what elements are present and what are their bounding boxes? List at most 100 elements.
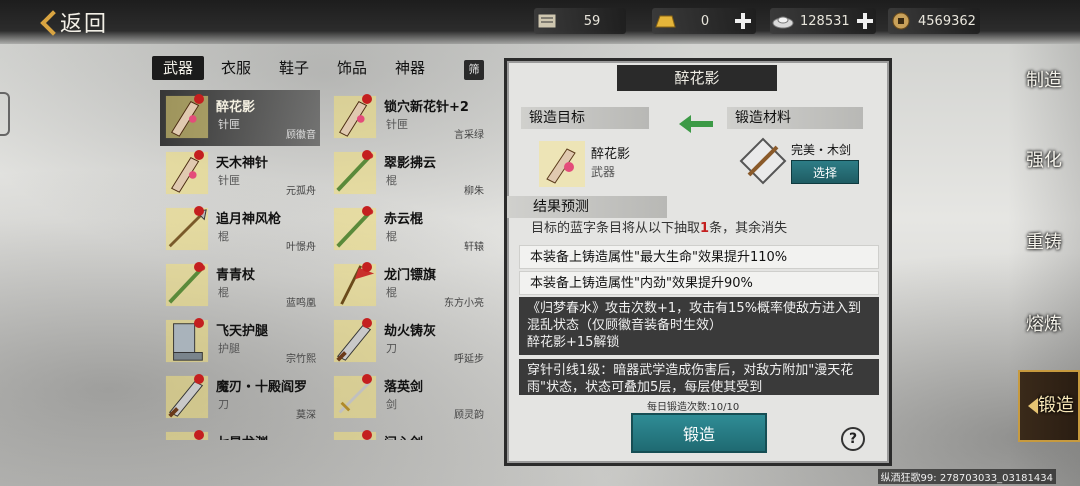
item-owner: 叶憬舟 — [286, 242, 316, 253]
result-description: 目标的蓝字条目将从以下抽取1条，其余消失 — [531, 217, 787, 236]
gold-bar-icon — [652, 10, 678, 32]
nav-forge[interactable]: 锻造 — [1018, 370, 1080, 442]
category-tabs: 武器 衣服 鞋子 饰品 神器 — [152, 56, 436, 80]
item-card[interactable]: 天木神针 针匣 元孤舟 — [160, 146, 320, 202]
item-card[interactable]: 青青杖棍蓝鸣凰 — [160, 258, 320, 314]
item-owner: 顾灵韵 — [454, 410, 484, 421]
item-card[interactable]: 七星龙渊 — [160, 426, 320, 440]
item-card[interactable]: 魔刃・十殿阎罗刀莫深 — [160, 370, 320, 426]
arrow-left-icon — [679, 115, 713, 133]
item-type: 刀 — [386, 342, 397, 355]
special-effect-2: 穿针引线1级：暗器武学造成伤害后，对敌方附加"漫天花雨"状态，状态可叠加5层，每… — [519, 359, 879, 395]
item-type: 护腿 — [218, 342, 240, 355]
item-card[interactable]: 赤云棍棍轩辕 — [328, 202, 488, 258]
result-line-2: 本装备上铸造属性"内劲"效果提升90% — [519, 271, 879, 295]
item-card[interactable]: 飞天护腿 护腿 宗竹熙 — [160, 314, 320, 370]
item-card[interactable]: 落英剑剑顾灵韵 — [328, 370, 488, 426]
new-badge-dot — [362, 430, 372, 440]
item-card[interactable]: 问心剑 — [328, 426, 488, 440]
item-name: 翠影拂云 — [384, 156, 437, 171]
nav-forge-arrow-icon — [1028, 398, 1038, 414]
tab-accessory[interactable]: 饰品 — [326, 56, 378, 80]
item-owner: 轩辕 — [464, 242, 484, 253]
nav-smelt[interactable]: 熔炼 — [1008, 292, 1080, 358]
silver-ingot-icon — [770, 10, 796, 32]
item-name: 落英剑 — [384, 380, 424, 395]
item-card[interactable]: 劫火铸灰刀呼延步 — [328, 314, 488, 370]
resource-silver-value: 128531 — [800, 13, 850, 29]
resource-ledger: 59 — [534, 8, 626, 34]
back-arrow-icon — [40, 11, 54, 33]
item-card[interactable]: 追月神风枪棍叶憬舟 — [160, 202, 320, 258]
item-name: 七星龙渊 — [216, 432, 268, 440]
item-name: 问心剑 — [384, 432, 423, 440]
target-type: 武器 — [591, 165, 616, 179]
item-owner: 柳朱 — [464, 186, 484, 197]
new-badge-dot — [362, 150, 372, 160]
resource-gold-value: 0 — [700, 13, 710, 29]
item-grid: 醉花影 针匣 顾徽音 锁穴新花针+2 针匣 言采绿 天木神针 针匣 元孤舟 翠影拂云棍柳朱 追月神风… — [160, 90, 490, 440]
material-name: 完美・木剑 — [791, 143, 852, 157]
item-owner: 顾徽音 — [286, 130, 316, 141]
new-badge-dot — [362, 374, 372, 384]
top-bar: 返回 59 0 128531 4569362 — [0, 0, 1080, 44]
add-silver-button[interactable] — [856, 12, 874, 30]
item-name: 锁穴新花针+2 — [384, 100, 469, 115]
item-owner: 莫深 — [296, 410, 316, 421]
item-owner: 元孤舟 — [286, 186, 316, 197]
filter-button[interactable]: 筛 — [464, 60, 484, 80]
item-name: 赤云棍 — [384, 212, 424, 227]
new-badge-dot — [194, 374, 204, 384]
add-gold-button[interactable] — [734, 12, 752, 30]
new-badge-dot — [194, 262, 204, 272]
tab-clothes[interactable]: 衣服 — [210, 56, 262, 80]
new-badge-dot — [362, 318, 372, 328]
item-name: 龙门镖旗 — [384, 268, 437, 283]
right-nav: 制造 强化 重铸 熔炼 锻造 — [1008, 44, 1080, 486]
daily-forge-count: 每日锻造次数:10/10 — [647, 402, 740, 413]
forge-panel: 醉花影 锻造目标 锻造材料 醉花影 武器 完美・木剑 选择 结果预测 目标的蓝字… — [504, 58, 892, 466]
nav-craft[interactable]: 制造 — [1008, 48, 1080, 114]
item-card[interactable]: 翠影拂云棍柳朱 — [328, 146, 488, 202]
material-section-head: 锻造材料 — [727, 107, 863, 129]
side-handle[interactable] — [0, 92, 10, 136]
select-material-button[interactable]: 选择 — [791, 160, 859, 184]
panel-title: 醉花影 — [617, 65, 777, 91]
resource-ledger-value: 59 — [583, 13, 601, 29]
item-card[interactable]: 醉花影 针匣 顾徽音 — [160, 90, 320, 146]
nav-enhance[interactable]: 强化 — [1008, 128, 1080, 194]
tab-weapon[interactable]: 武器 — [152, 56, 204, 80]
item-owner: 呼延步 — [454, 354, 484, 365]
result-desc-num: 1 — [700, 221, 710, 236]
item-name: 魔刃・十殿阎罗 — [216, 380, 308, 395]
tab-artifact[interactable]: 神器 — [384, 56, 436, 80]
item-card[interactable]: 锁穴新花针+2 针匣 言采绿 — [328, 90, 488, 146]
copper-coin-icon — [888, 10, 914, 32]
item-owner: 言采绿 — [454, 130, 484, 141]
result-section-head: 结果预测 — [507, 196, 667, 218]
item-type: 棍 — [218, 286, 229, 299]
help-button[interactable]: ? — [841, 427, 865, 451]
new-badge-dot — [362, 262, 372, 272]
nav-recast[interactable]: 重铸 — [1008, 210, 1080, 276]
item-owner: 蓝鸣凰 — [286, 298, 316, 309]
watermark: 纵酒狂歌99: 278703033_03181434 — [877, 469, 1056, 484]
new-badge-dot — [362, 206, 372, 216]
new-badge-dot — [194, 150, 204, 160]
back-button[interactable]: 返回 — [40, 4, 150, 40]
item-name: 青青杖 — [216, 268, 256, 283]
result-desc-post: 条，其余消失 — [709, 221, 788, 236]
item-name: 追月神风枪 — [216, 212, 282, 227]
ledger-icon — [534, 10, 560, 32]
tab-shoes[interactable]: 鞋子 — [268, 56, 320, 80]
special-effect-1: 《归梦春水》攻击次数+1，攻击有15%概率使敌方进入到混乱状态（仅顾徽音装备时生… — [519, 297, 879, 355]
back-label: 返回 — [60, 12, 109, 37]
item-type: 棍 — [386, 230, 397, 243]
forge-button[interactable]: 锻造 — [631, 413, 767, 453]
wooden-sword-icon[interactable] — [737, 135, 789, 187]
item-type: 棍 — [218, 230, 229, 243]
target-name: 醉花影 — [591, 147, 631, 162]
special-effect-1-sub: 醉花影+15解锁 — [527, 335, 620, 350]
item-card[interactable]: 龙门镖旗棍东方小亮 — [328, 258, 488, 314]
item-name: 天木神针 — [216, 156, 269, 171]
